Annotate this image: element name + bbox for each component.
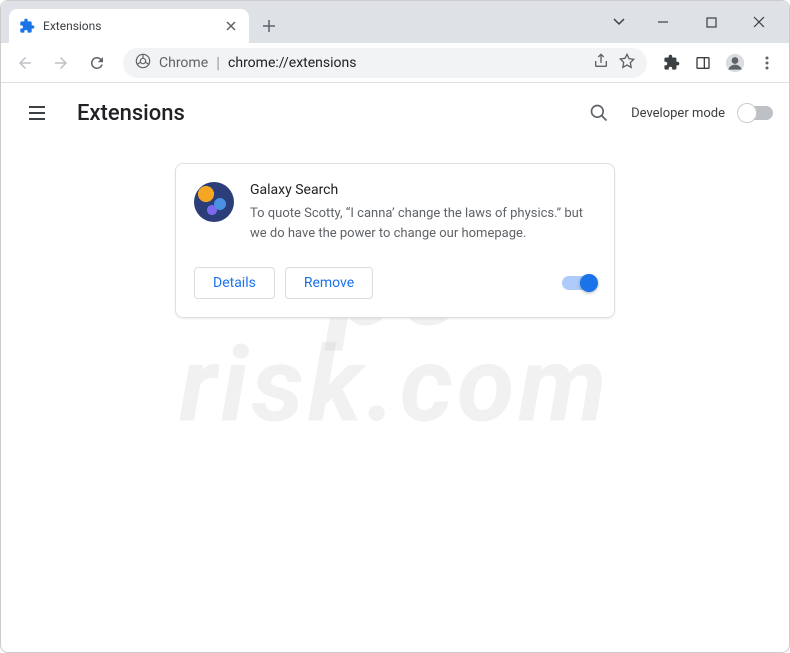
close-window-button[interactable]	[737, 6, 781, 38]
page-header: Extensions Developer mode	[1, 83, 789, 143]
browser-tab[interactable]: Extensions	[9, 9, 249, 43]
window-titlebar: Extensions	[1, 1, 789, 43]
extension-card: Galaxy Search To quote Scotty, “I canna’…	[175, 163, 615, 318]
close-icon[interactable]	[223, 18, 239, 34]
page-title: Extensions	[77, 101, 185, 126]
remove-button[interactable]: Remove	[285, 267, 373, 299]
browser-toolbar: Chrome | chrome://extensions	[1, 43, 789, 83]
chrome-icon	[135, 53, 151, 73]
url-text: chrome://extensions	[228, 55, 356, 71]
window-controls	[601, 1, 789, 43]
extension-toggle[interactable]	[562, 276, 596, 290]
new-tab-button[interactable]	[255, 12, 283, 40]
star-icon[interactable]	[619, 53, 635, 73]
share-icon[interactable]	[593, 53, 609, 73]
maximize-button[interactable]	[689, 6, 733, 38]
extensions-list: Galaxy Search To quote Scotty, “I canna’…	[1, 143, 789, 338]
tab-title: Extensions	[43, 19, 215, 33]
profile-icon[interactable]	[721, 49, 749, 77]
developer-mode-label: Developer mode	[631, 106, 725, 121]
puzzle-icon	[19, 18, 35, 34]
details-button[interactable]: Details	[194, 267, 275, 299]
reload-button[interactable]	[81, 47, 113, 79]
extension-icon	[194, 182, 234, 222]
developer-mode-toggle[interactable]	[739, 106, 773, 120]
minimize-button[interactable]	[641, 6, 685, 38]
url-prefix: Chrome	[159, 55, 208, 71]
extension-name: Galaxy Search	[250, 182, 596, 198]
menu-icon[interactable]	[753, 49, 781, 77]
forward-button[interactable]	[45, 47, 77, 79]
chevron-down-icon[interactable]	[601, 6, 637, 38]
search-icon[interactable]	[581, 95, 617, 131]
back-button[interactable]	[9, 47, 41, 79]
extension-description: To quote Scotty, “I canna’ change the la…	[250, 204, 596, 243]
extensions-icon[interactable]	[657, 49, 685, 77]
address-bar[interactable]: Chrome | chrome://extensions	[123, 48, 647, 78]
sidepanel-icon[interactable]	[689, 49, 717, 77]
hamburger-icon[interactable]	[17, 93, 57, 133]
